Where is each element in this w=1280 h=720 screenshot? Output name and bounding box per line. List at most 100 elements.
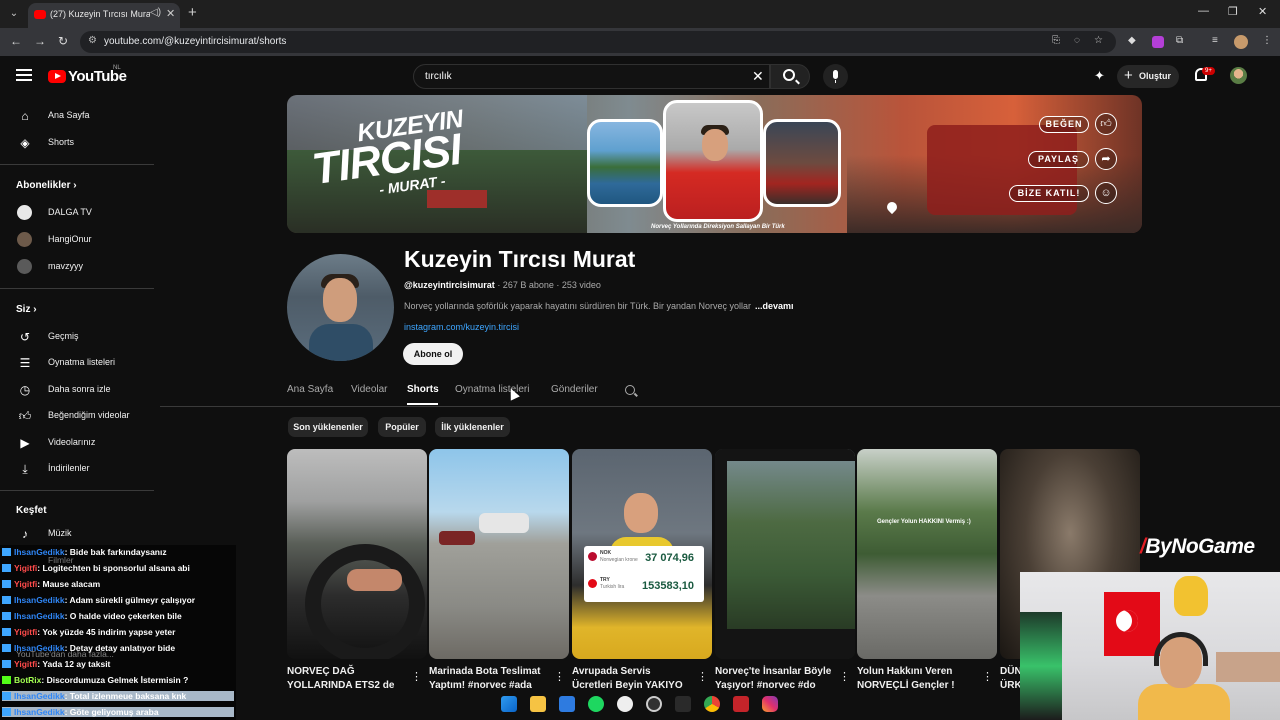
address-bar[interactable]: ⚙ youtube.com/@kuzeyintircisimurat/short… [80,31,1116,53]
sidebar-item-watch-later[interactable]: ◷ Daha sonra izle [0,377,154,403]
cast-icon[interactable]: ✦ [1094,68,1105,84]
epic-icon[interactable] [675,696,691,712]
short-title-line2[interactable]: Yaptım! #norvec #ada [429,680,532,691]
tab-posts[interactable]: Gönderiler [551,384,598,395]
store-icon[interactable] [559,696,575,712]
tab-search-icon[interactable]: ⌄ [6,6,22,22]
tab-videos[interactable]: Videolar [351,384,388,395]
short-title-line2[interactable]: NORVEÇLİ Gençler ! [857,680,955,691]
channel-description[interactable]: Norveç yollarında şoförlük yaparak hayat… [404,301,794,311]
restore-icon[interactable]: ❐ [1228,5,1238,18]
you-heading-text: Siz [16,304,31,315]
chip-oldest[interactable]: İlk yüklenenler [435,417,510,437]
short-thumbnail[interactable]: NOK Norwegian krone 37 074,96 TRY Turkis… [572,449,712,659]
reload-icon[interactable]: ↻ [58,34,68,48]
forward-icon[interactable]: → [34,34,46,48]
sidebar-item-mavzyyy[interactable]: mavzyyy [0,254,154,280]
short-title-line2[interactable]: YOLLARINDA ETS2 de [287,680,394,691]
short-thumbnail[interactable] [429,449,569,659]
short-more-icon[interactable]: ⋮ [554,670,565,683]
speaker-icon[interactable]: ◁) [150,7,161,18]
app-icon[interactable] [617,696,633,712]
new-tab-icon[interactable]: + [188,4,197,21]
url-text: youtube.com/@kuzeyintircisimurat/shorts [104,36,287,47]
profile-avatar-icon[interactable] [1234,35,1248,49]
clear-search-icon[interactable]: ✕ [752,68,764,85]
short-thumbnail[interactable] [715,449,855,659]
bookmark-star-icon[interactable]: ☆ [1094,35,1103,46]
short-title[interactable]: Marinada Bota Teslimat [429,666,541,677]
chip-latest[interactable]: Son yüklenenler [288,417,368,437]
sidebar-item-history[interactable]: ↺ Geçmiş [0,324,154,350]
tracking-icon[interactable]: ◌ [1074,35,1080,46]
search-input[interactable]: tırcılık ✕ [413,64,770,89]
voice-search-icon[interactable] [823,64,848,89]
back-icon[interactable]: ← [10,34,22,48]
sidebar-item-hangionur[interactable]: HangiOnur [0,227,154,253]
banner-photo-truck [763,119,841,207]
youtube-play-icon [48,70,66,83]
reading-list-icon[interactable]: ≡ [1212,35,1218,46]
sidebar-item-shorts[interactable]: ◈ Shorts [0,130,154,156]
sidebar-item-your-videos[interactable]: ▶ Videolarınız [0,430,154,456]
search-button[interactable] [770,64,810,89]
sidebar-item-dalga-tv[interactable]: DALGA TV [0,200,154,226]
turkey-flag-icon [588,579,597,588]
divider [0,164,154,165]
sidebar-item-playlists[interactable]: ☰ Oynatma listeleri [0,350,154,376]
short-more-icon[interactable]: ⋮ [697,670,708,683]
more-link[interactable]: ...devamı [755,301,794,311]
file-explorer-icon[interactable] [530,696,546,712]
minimize-icon[interactable]: — [1198,5,1209,17]
chat-message: IhsanGedikk: O halde video çekerken bile [2,611,182,621]
short-title-line2[interactable]: ÜRK [1000,680,1022,691]
short-more-icon[interactable]: ⋮ [411,670,422,683]
short-thumbnail[interactable]: Gençler Yolun HAKKINI Vermiş :) [857,449,997,659]
channel-instagram-link[interactable]: instagram.com/kuzeyin.tircisi [404,322,519,332]
short-title[interactable]: Norveç'te İnsanlar Böyle [715,666,831,677]
windows-icon[interactable] [501,696,517,712]
install-app-icon[interactable]: ⎘ [1052,35,1060,46]
subscriptions-heading[interactable]: Abonelikler › [16,180,77,191]
user-avatar[interactable] [1230,67,1247,84]
extensions-puzzle-icon[interactable]: ⧉ [1176,35,1183,46]
create-button[interactable]: + Oluştur [1117,65,1179,88]
close-window-icon[interactable]: ✕ [1258,5,1267,18]
extension-purple-icon[interactable] [1152,36,1164,48]
chrome-icon[interactable] [704,696,720,712]
short-thumbnail[interactable] [287,449,427,659]
channel-search-icon[interactable] [625,385,635,395]
short-title[interactable]: Yolun Hakkını Veren [857,666,952,677]
app-icon-2[interactable] [733,696,749,712]
site-info-icon[interactable]: ⚙ [88,35,97,46]
sidebar-item-home[interactable]: ⌂ Ana Sayfa [0,103,154,129]
logo-region: NL [113,65,121,71]
sidebar-item-downloads[interactable]: ⤓ İndirilenler [0,456,154,482]
sidebar-item-music[interactable]: ♪ Müzik [0,521,154,547]
extension-icon[interactable]: ◆ [1128,35,1136,46]
short-more-icon[interactable]: ⋮ [839,670,850,683]
short-title[interactable]: Avrupada Servis [572,666,651,677]
menu-icon[interactable] [16,69,32,81]
close-tab-icon[interactable]: ✕ [166,7,175,20]
subscribe-button[interactable]: Abone ol [403,343,463,365]
short-more-icon[interactable]: ⋮ [982,670,993,683]
instagram-icon[interactable] [762,696,778,712]
tab-shorts[interactable]: Shorts [407,384,439,395]
tab-home[interactable]: Ana Sayfa [287,384,333,395]
chat-message: BotRix: Discordumuza Gelmek İstermisin ? [2,675,188,685]
more-menu-icon[interactable]: ⋮ [1262,35,1272,46]
channel-meta: @kuzeyintircisimurat · 267 B abone · 253… [404,280,601,290]
spotify-icon[interactable] [588,696,604,712]
short-title-line2[interactable]: Ücretleri Beyin YAKIYO [572,680,683,691]
you-heading[interactable]: Siz › [16,304,37,315]
create-label: Oluştur [1139,71,1172,81]
short-title[interactable]: NORVEÇ DAĞ [287,666,355,677]
browser-tab-active[interactable]: (27) Kuzeyin Tırcısı Murat - ◁) ✕ [28,3,180,28]
obs-icon[interactable] [646,696,662,712]
short-title-line2[interactable]: Yaşıyor! #norvec #do [715,680,816,691]
short-title[interactable]: DÜN [1000,666,1022,677]
chip-popular[interactable]: Popüler [378,417,426,437]
webcam-overlay [1020,572,1280,720]
sidebar-item-liked-videos[interactable]: 👍︎ Beğendiğim videolar [0,403,154,429]
